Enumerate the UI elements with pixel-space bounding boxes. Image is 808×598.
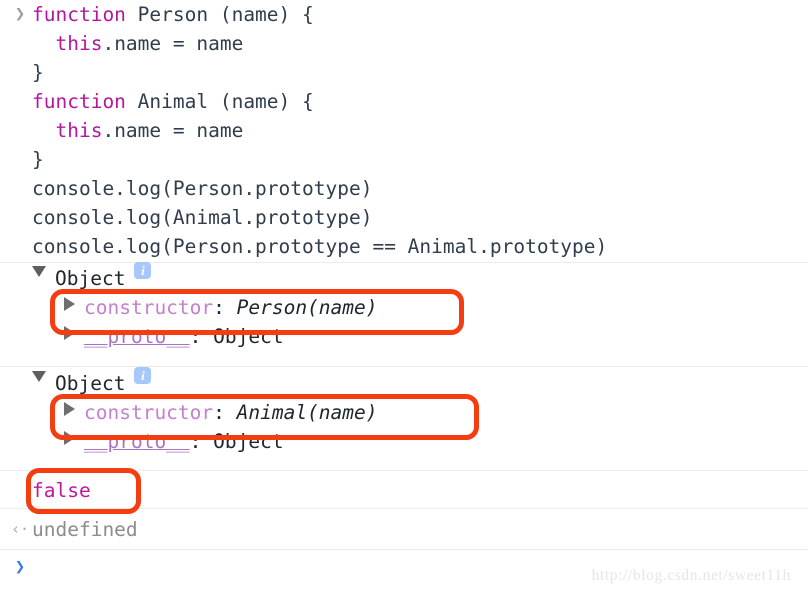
source-line-text: this.name = name [55, 119, 244, 142]
property-value: Animal(name) [236, 401, 378, 424]
console-object-group[interactable]: Object i constructor: Animal(name) __pro… [0, 367, 808, 456]
devtools-console[interactable]: ❯ function Person (name) { this.name = n… [0, 0, 808, 598]
property-name: constructor [84, 296, 214, 319]
object-property-row[interactable]: __proto__: Object [0, 427, 808, 456]
disclosure-triangle-open-icon[interactable] [32, 266, 46, 277]
gutter-spacer [8, 58, 32, 87]
output-prompt-icon: ‹· [10, 520, 30, 538]
row-divider [0, 262, 808, 263]
object-property-row[interactable]: constructor: Person(name) [0, 293, 808, 322]
source-line: ❯ function Person (name) { [0, 0, 808, 29]
boolean-result-text: false [32, 479, 91, 502]
gutter-spacer [8, 29, 32, 58]
source-line: } [0, 58, 808, 87]
console-log-boolean-row: false [0, 476, 808, 505]
gutter-spacer [8, 232, 32, 261]
eval-result-text: undefined [32, 518, 138, 541]
property-name[interactable]: __proto__ [84, 427, 190, 456]
property-name[interactable]: __proto__ [84, 322, 190, 351]
gutter-spacer [8, 174, 32, 203]
source-line-text: this.name = name [55, 32, 244, 55]
source-line-text: } [32, 148, 44, 171]
gutter-spacer [8, 145, 32, 174]
source-line-text: function Person (name) { [32, 3, 314, 26]
gutter-spacer [8, 87, 32, 116]
live-prompt-icon: ❯ [14, 557, 26, 577]
console-eval-result-row: ‹· undefined [0, 515, 808, 544]
source-line: console.log(Person.prototype) [0, 174, 808, 203]
property-colon: : [213, 401, 237, 424]
console-command-input[interactable] [32, 553, 44, 582]
disclosure-triangle-closed-icon[interactable] [64, 402, 75, 416]
object-property-row[interactable]: __proto__: Object [0, 322, 808, 351]
source-line-text: } [32, 61, 44, 84]
input-prompt-icon: ❯ [14, 4, 26, 24]
disclosure-triangle-closed-icon[interactable] [64, 326, 75, 340]
object-property-row[interactable]: constructor: Animal(name) [0, 398, 808, 427]
source-line: this.name = name [0, 116, 808, 145]
source-line: } [0, 145, 808, 174]
disclosure-triangle-open-icon[interactable] [32, 371, 46, 382]
watermark-text: http://blog.csdn.net/sweet11h [591, 567, 791, 584]
source-line: console.log(Person.prototype == Animal.p… [0, 232, 808, 261]
source-line: this.name = name [0, 29, 808, 58]
disclosure-triangle-closed-icon[interactable] [64, 297, 75, 311]
source-line: function Animal (name) { [0, 87, 808, 116]
console-input-block[interactable]: ❯ function Person (name) { this.name = n… [0, 0, 808, 261]
property-value: Person(name) [236, 296, 378, 319]
property-value: Object [213, 325, 284, 348]
property-colon: : [189, 430, 214, 453]
source-line-text: console.log(Animal.prototype) [32, 206, 373, 229]
info-icon[interactable]: i [134, 262, 152, 279]
property-colon: : [189, 325, 214, 348]
disclosure-triangle-closed-icon[interactable] [64, 431, 75, 445]
source-line-text: console.log(Person.prototype) [32, 177, 373, 200]
property-name: constructor [84, 401, 214, 424]
source-line: console.log(Animal.prototype) [0, 203, 808, 232]
object-label: Object [55, 372, 126, 395]
row-divider [0, 508, 808, 509]
source-line-text: console.log(Person.prototype == Animal.p… [32, 235, 608, 258]
info-icon[interactable]: i [134, 367, 152, 384]
object-group-header[interactable]: Object i [0, 367, 808, 398]
source-line-text: function Animal (name) { [32, 90, 314, 113]
console-object-group[interactable]: Object i constructor: Person(name) __pro… [0, 262, 808, 351]
row-divider [0, 470, 808, 471]
property-colon: : [213, 296, 237, 319]
row-divider [0, 366, 808, 367]
gutter-spacer [8, 116, 32, 145]
property-value: Object [213, 430, 284, 453]
gutter-spacer [8, 203, 32, 232]
object-group-header[interactable]: Object i [0, 262, 808, 293]
object-label: Object [55, 267, 126, 290]
row-divider [0, 549, 808, 550]
